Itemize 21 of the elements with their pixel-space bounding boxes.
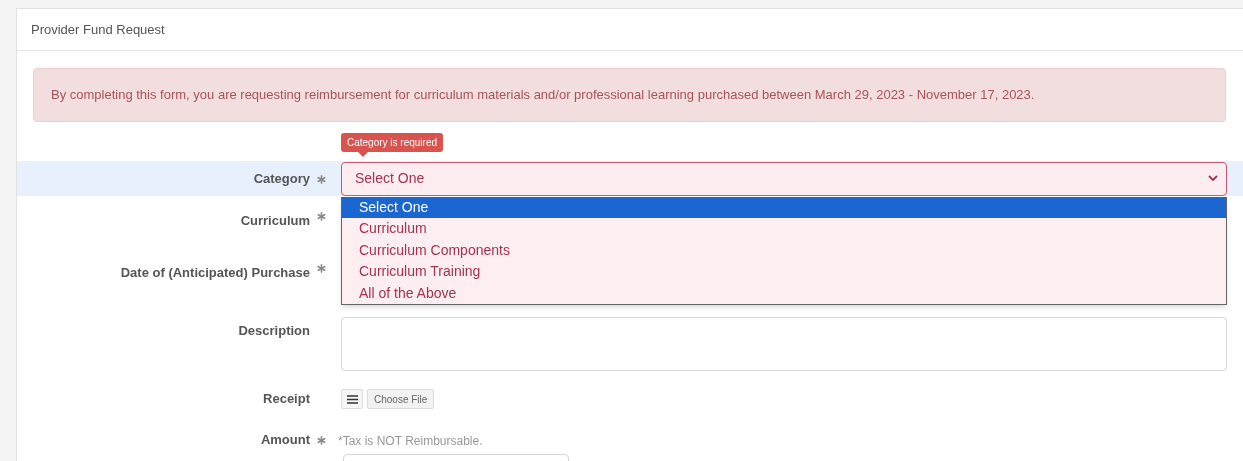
field-label: Category: [253, 170, 310, 186]
menu-button[interactable]: [341, 389, 363, 409]
field-label: Date of (Anticipated) Purchase: [120, 265, 310, 280]
choose-file-button[interactable]: Choose File: [367, 389, 435, 409]
category-select[interactable]: Select One: [341, 161, 1227, 196]
field-label: Receipt: [263, 391, 310, 407]
info-alert: By completing this form, you are requesting reimbursement for curriculum materials and/or professional learning purchased between March 29, 2023 - November 17, 2023.: [33, 68, 1226, 122]
error-tooltip: Category is required: [341, 132, 444, 157]
chevron-down-icon: [1208, 175, 1218, 182]
dropdown-option[interactable]: Curriculum Components: [342, 239, 1226, 261]
help-text: *Tax is NOT Reimbursable.: [338, 434, 483, 448]
dropdown-option[interactable]: Curriculum: [342, 218, 1226, 240]
field-label: Amount: [260, 432, 310, 448]
dropdown-option[interactable]: Select One: [342, 196, 1226, 218]
dropdown-option[interactable]: All of the Above: [342, 282, 1226, 304]
description-field[interactable]: [341, 317, 1227, 371]
field-label: Description: [238, 323, 310, 338]
card-title: Provider Fund Request: [31, 20, 165, 39]
menu-icon: [346, 394, 358, 404]
field-label: Curriculum: [240, 213, 310, 228]
dropdown-option[interactable]: Curriculum Training: [342, 261, 1226, 283]
